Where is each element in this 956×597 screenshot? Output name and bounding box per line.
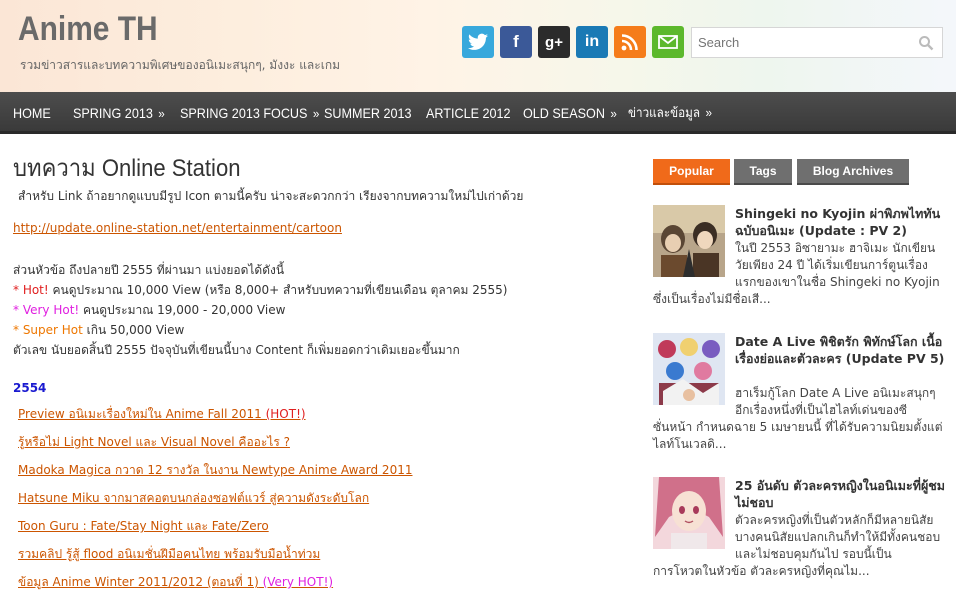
email-icon[interactable] bbox=[652, 26, 684, 58]
nav-item-home[interactable]: HOME bbox=[13, 92, 51, 134]
social-icons: f g+ in bbox=[462, 26, 684, 58]
tab-tags[interactable]: Tags bbox=[734, 159, 792, 185]
nav-item-spring-2013-focus[interactable]: SPRING 2013 FOCUS» bbox=[180, 92, 319, 134]
page-title: บทความ Online Station bbox=[13, 155, 241, 182]
nav-item-summer-2013[interactable]: SUMMER 2013 bbox=[324, 92, 412, 134]
tier-super-hot: * Super Hot เกิน 50,000 View bbox=[13, 323, 185, 337]
post-excerpt: ฮาเร็มกู้โลก Date A Live อนิเมะสนุกๆ อีก… bbox=[735, 386, 936, 417]
popular-post: Shingeki no Kyojin ผ่าพิภพไททัน ฉบับอนิเ… bbox=[653, 205, 945, 306]
facebook-icon[interactable]: f bbox=[500, 26, 532, 58]
search-icon[interactable] bbox=[918, 35, 934, 51]
article-link[interactable]: ข้อมูล Anime Winter 2011/2012 (ตอนที่ 1)… bbox=[18, 573, 333, 592]
linkedin-icon[interactable]: in bbox=[576, 26, 608, 58]
post-excerpt-continued: การโหวตในหัวข้อ ตัวละครหญิงที่คุณไม... bbox=[653, 564, 870, 578]
post-title[interactable]: 25 อันดับ ตัวละครหญิงในอนิเมะที่ผู้ชมไม่… bbox=[735, 477, 945, 511]
post-excerpt-continued: ซึ่งเป็นเรื่องไม่มีชื่อเสี... bbox=[653, 292, 771, 306]
post-excerpt: ตัวละครหญิงที่เป็นตัวหลักก็มีหลายนิสัย บ… bbox=[735, 513, 941, 561]
tab-blog-archives[interactable]: Blog Archives bbox=[797, 159, 909, 185]
intro-text: สำหรับ Link ถ้าอยากดูแบบมีรูป Icon ตามนี… bbox=[18, 189, 524, 203]
tab-popular[interactable]: Popular bbox=[653, 159, 730, 185]
summary-text: ส่วนหัวข้อ ถึงปลายปี 2555 ที่ผ่านมา แบ่ง… bbox=[13, 263, 285, 277]
popular-post: Date A Live พิชิตรัก พิทักษ์โลก เนื้อเรื… bbox=[653, 333, 945, 453]
post-thumbnail[interactable] bbox=[653, 477, 725, 549]
main-nav: HOME SPRING 2013» SPRING 2013 FOCUS» SUM… bbox=[0, 92, 956, 134]
article-link[interactable]: Madoka Magica กวาด 12 รางวัล ในงาน Newty… bbox=[18, 461, 412, 480]
site-header: Anime TH รวมข่าวสารและบทความพิเศษของอนิเ… bbox=[0, 0, 956, 92]
nav-item-news[interactable]: ข่าวและข้อมูล» bbox=[628, 92, 712, 134]
googleplus-icon[interactable]: g+ bbox=[538, 26, 570, 58]
post-title[interactable]: Date A Live พิชิตรัก พิทักษ์โลก เนื้อเรื… bbox=[735, 333, 945, 367]
post-thumbnail[interactable] bbox=[653, 205, 725, 277]
nav-item-old-season[interactable]: OLD SEASON» bbox=[523, 92, 617, 134]
site-description: รวมข่าวสารและบทความพิเศษของอนิเมะสนุกๆ, … bbox=[20, 58, 340, 72]
submenu-arrow-icon: » bbox=[312, 106, 320, 121]
post-excerpt-continued: ซั่นหน้า กำหนดฉาย 5 เมษายนนี้ ที่ได้รับค… bbox=[653, 420, 943, 451]
submenu-arrow-icon: » bbox=[705, 105, 712, 120]
search-box bbox=[691, 27, 943, 58]
year-heading: 2554 bbox=[13, 381, 47, 395]
article-link[interactable]: รู้หรือไม่ Light Novel และ Visual Novel … bbox=[18, 433, 290, 452]
popular-post: 25 อันดับ ตัวละครหญิงในอนิเมะที่ผู้ชมไม่… bbox=[653, 477, 945, 587]
article-link[interactable]: Toon Guru : Fate/Stay Night และ Fate/Zer… bbox=[18, 517, 269, 536]
search-input[interactable] bbox=[692, 28, 912, 57]
tier-very-hot: * Very Hot! คนดูประมาณ 19,000 - 20,000 V… bbox=[13, 303, 286, 317]
site-title[interactable]: Anime TH bbox=[18, 10, 158, 49]
article-link[interactable]: Preview อนิเมะเรื่องใหม่ใน Anime Fall 20… bbox=[18, 405, 306, 424]
article-link[interactable]: Hatsune Miku จากมาสคอตบนกล่องซอฟต์แวร์ ส… bbox=[18, 489, 369, 508]
submenu-arrow-icon: » bbox=[610, 106, 617, 121]
online-station-link[interactable]: http://update.online-station.net/enterta… bbox=[13, 221, 342, 235]
post-thumbnail[interactable] bbox=[653, 333, 725, 405]
post-title[interactable]: Shingeki no Kyojin ผ่าพิภพไททัน ฉบับอนิเ… bbox=[735, 205, 945, 239]
twitter-icon[interactable] bbox=[462, 26, 494, 58]
article-link[interactable]: รวมคลิป รู้สู้ flood อนิเมชั่นฝีมือคนไทย… bbox=[18, 545, 320, 564]
rss-icon[interactable] bbox=[614, 26, 646, 58]
tier-hot: * Hot! คนดูประมาณ 10,000 View (หรือ 8,00… bbox=[13, 283, 508, 297]
nav-item-article-2012[interactable]: ARTICLE 2012 bbox=[426, 92, 511, 134]
submenu-arrow-icon: » bbox=[158, 106, 165, 121]
nav-item-spring-2013[interactable]: SPRING 2013» bbox=[73, 92, 165, 134]
post-excerpt: ในปี 2553 อิซายามะ ฮาจิเมะ นักเขียนวัยเพ… bbox=[735, 241, 940, 289]
footnote-text: ตัวเลข นับยอดสิ้นปี 2555 ปัจจุบันที่เขีย… bbox=[13, 343, 460, 357]
